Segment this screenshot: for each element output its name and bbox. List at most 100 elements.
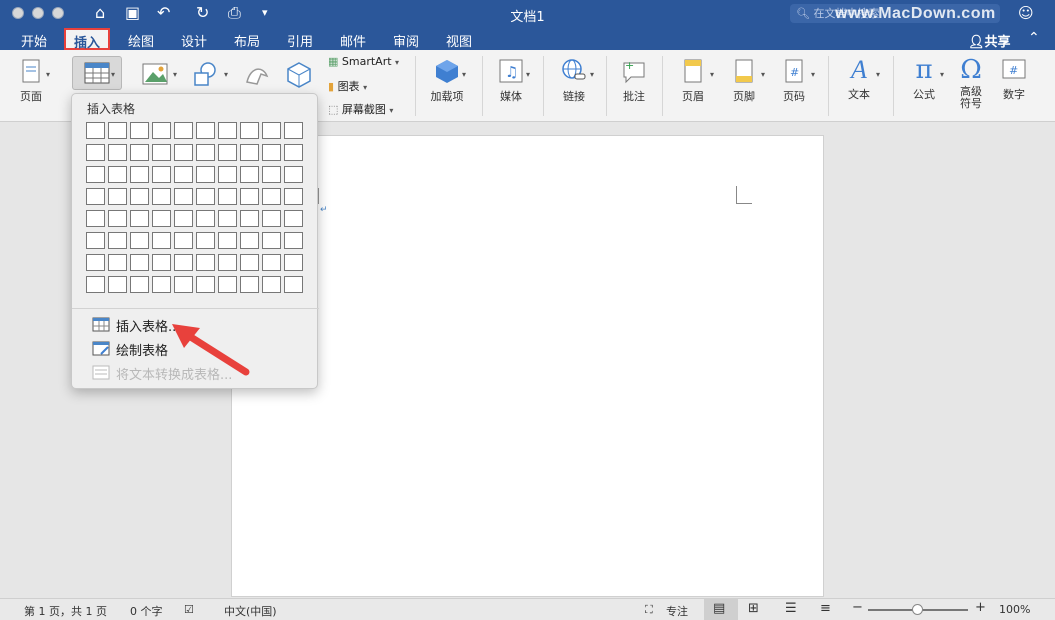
proofing-icon[interactable]: ☑ — [184, 603, 194, 616]
table-grid-cell[interactable] — [108, 144, 127, 161]
tab-insert[interactable]: 插入 — [64, 28, 111, 51]
table-grid-cell[interactable] — [152, 276, 171, 293]
table-grid-cell[interactable] — [174, 144, 193, 161]
table-grid-cell[interactable] — [284, 188, 303, 205]
table-grid-cell[interactable] — [218, 232, 237, 249]
table-grid-cell[interactable] — [174, 188, 193, 205]
table-grid-cell[interactable] — [86, 188, 105, 205]
table-grid-cell[interactable] — [152, 210, 171, 227]
table-grid-cell[interactable] — [196, 188, 215, 205]
number-button[interactable]: # 数字 — [997, 58, 1031, 102]
tab-draw[interactable]: 绘图 — [128, 31, 154, 50]
link-button[interactable]: 链接 — [555, 58, 593, 104]
table-grid-cell[interactable] — [240, 122, 259, 139]
table-grid-cell[interactable] — [218, 166, 237, 183]
draft-view-icon[interactable]: ≡ — [820, 601, 831, 616]
table-grid-cell[interactable] — [130, 210, 149, 227]
table-grid-cell[interactable] — [262, 232, 281, 249]
table-grid-cell[interactable] — [130, 232, 149, 249]
table-grid-cell[interactable] — [218, 144, 237, 161]
table-grid-cell[interactable] — [86, 254, 105, 271]
tab-view[interactable]: 视图 — [446, 31, 472, 50]
table-grid-cell[interactable] — [284, 276, 303, 293]
tab-references[interactable]: 引用 — [287, 31, 313, 50]
zoom-in-button[interactable]: + — [975, 600, 986, 615]
table-grid-cell[interactable] — [196, 144, 215, 161]
table-grid-cell[interactable] — [240, 144, 259, 161]
tab-layout[interactable]: 布局 — [234, 31, 260, 50]
table-grid-cell[interactable] — [240, 188, 259, 205]
table-grid-cell[interactable] — [86, 122, 105, 139]
header-button[interactable]: 页眉 — [675, 58, 711, 104]
text-button[interactable]: A 文本 — [840, 56, 878, 102]
footer-button[interactable]: 页脚 — [726, 58, 762, 104]
web-layout-icon[interactable]: ⊞ — [748, 601, 759, 616]
table-grid-cell[interactable] — [284, 232, 303, 249]
table-grid-cell[interactable] — [196, 166, 215, 183]
table-grid-cell[interactable] — [240, 232, 259, 249]
table-grid-cell[interactable] — [218, 188, 237, 205]
word-count[interactable]: 0 个字 — [130, 603, 163, 619]
table-grid-cell[interactable] — [130, 144, 149, 161]
print-layout-icon[interactable]: ▤ — [713, 601, 725, 616]
table-grid-cell[interactable] — [86, 276, 105, 293]
table-grid-cell[interactable] — [86, 232, 105, 249]
table-grid-cell[interactable] — [174, 276, 193, 293]
table-grid-cell[interactable] — [152, 122, 171, 139]
collapse-ribbon-icon[interactable]: ⌃ — [1028, 30, 1040, 46]
table-grid-cell[interactable] — [262, 254, 281, 271]
addins-button[interactable]: 加载项 — [426, 58, 468, 104]
zoom-slider-handle[interactable] — [912, 604, 923, 615]
table-grid-cell[interactable] — [174, 210, 193, 227]
table-grid-cell[interactable] — [130, 166, 149, 183]
table-grid-cell[interactable] — [130, 188, 149, 205]
smartart-button[interactable]: ▦ SmartArt ▾ — [328, 55, 399, 68]
table-grid-cell[interactable] — [196, 122, 215, 139]
tab-mailings[interactable]: 邮件 — [340, 31, 366, 50]
table-grid-cell[interactable] — [262, 210, 281, 227]
table-grid-cell[interactable] — [86, 144, 105, 161]
share-button[interactable]: 👤︎共享 — [968, 31, 1011, 50]
feedback-smiley-icon[interactable]: ☺ — [1018, 4, 1034, 22]
table-grid-cell[interactable] — [86, 166, 105, 183]
tab-review[interactable]: 审阅 — [393, 31, 419, 50]
media-button[interactable]: ♫ 媒体 — [491, 58, 531, 104]
table-grid-cell[interactable] — [174, 232, 193, 249]
table-grid-cell[interactable] — [262, 144, 281, 161]
table-grid-cell[interactable] — [218, 122, 237, 139]
table-grid-cell[interactable] — [218, 254, 237, 271]
pages-button[interactable]: 页面 — [14, 58, 48, 104]
table-grid-cell[interactable] — [108, 232, 127, 249]
zoom-level[interactable]: 100% — [999, 603, 1030, 616]
table-grid-cell[interactable] — [284, 254, 303, 271]
table-grid-cell[interactable] — [108, 210, 127, 227]
tab-design[interactable]: 设计 — [181, 31, 207, 50]
outline-view-icon[interactable]: ☰ — [785, 601, 797, 616]
table-grid-cell[interactable] — [262, 122, 281, 139]
table-grid-cell[interactable] — [284, 144, 303, 161]
table-grid-cell[interactable] — [108, 276, 127, 293]
table-grid-cell[interactable] — [152, 254, 171, 271]
table-grid-cell[interactable] — [108, 122, 127, 139]
page-number-button[interactable]: # 页码 — [776, 58, 812, 104]
table-grid-cell[interactable] — [262, 166, 281, 183]
equation-button[interactable]: π 公式 — [904, 56, 944, 102]
table-grid-cell[interactable] — [218, 210, 237, 227]
table-grid-cell[interactable] — [108, 188, 127, 205]
table-grid-cell[interactable] — [130, 122, 149, 139]
table-grid-cell[interactable] — [284, 122, 303, 139]
table-grid-cell[interactable] — [108, 254, 127, 271]
draw-table-item[interactable]: 绘制表格 — [92, 340, 168, 359]
table-grid-cell[interactable] — [174, 254, 193, 271]
table-grid-cell[interactable] — [262, 276, 281, 293]
table-grid-cell[interactable] — [218, 276, 237, 293]
table-grid-cell[interactable] — [240, 254, 259, 271]
table-grid-cell[interactable] — [196, 254, 215, 271]
table-grid-cell[interactable] — [152, 166, 171, 183]
table-grid-cell[interactable] — [240, 166, 259, 183]
table-grid-cell[interactable] — [240, 276, 259, 293]
table-grid-cell[interactable] — [108, 166, 127, 183]
table-grid-cell[interactable] — [196, 210, 215, 227]
picture-icon[interactable] — [141, 62, 169, 86]
table-grid-cell[interactable] — [196, 276, 215, 293]
